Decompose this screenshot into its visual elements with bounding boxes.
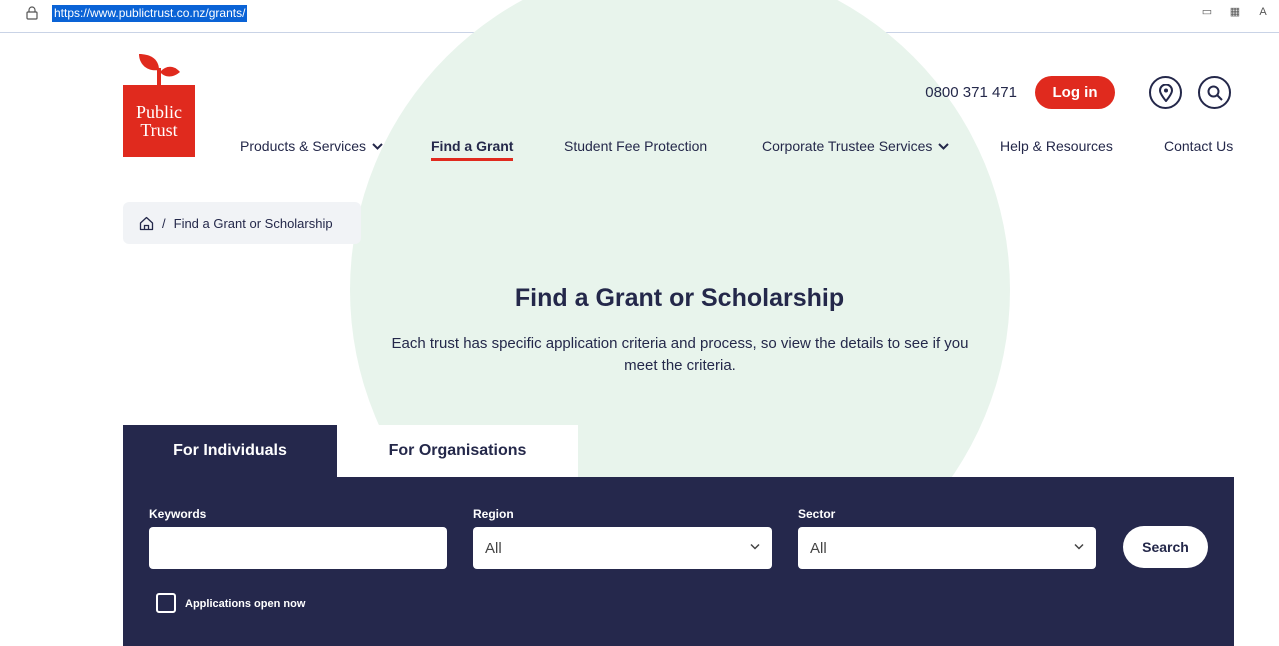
nav-find-a-grant[interactable]: Find a Grant [431, 138, 514, 161]
applications-open-checkbox[interactable] [156, 593, 176, 613]
logo-line-1: Public [135, 102, 182, 122]
sprout-icon [139, 54, 180, 86]
device-icon[interactable]: ▭ [1199, 4, 1215, 20]
nav-corporate-trustee-services[interactable]: Corporate Trustee Services [762, 138, 950, 154]
url-field[interactable]: https://www.publictrust.co.nz/grants/ [52, 5, 248, 22]
nav-label: Corporate Trustee Services [762, 138, 933, 154]
sector-value: All [810, 540, 827, 557]
search-submit-button[interactable]: Search [1123, 526, 1208, 568]
lock-icon [26, 6, 38, 20]
nav-label: Student Fee Protection [564, 138, 708, 154]
page-subtitle: Each trust has specific application crit… [391, 335, 969, 374]
chevron-down-icon [1074, 543, 1084, 550]
nav-label: Help & Resources [1000, 138, 1113, 154]
search-button[interactable] [1198, 76, 1231, 109]
nav-label: Find a Grant [431, 138, 514, 154]
logo-line-2: Trust [140, 120, 178, 140]
nav-products-services[interactable]: Products & Services [240, 138, 383, 154]
page-title: Find a Grant or Scholarship [514, 284, 845, 312]
location-pin-icon [1158, 83, 1173, 102]
read-aloud-icon[interactable]: A [1255, 4, 1271, 20]
tab-for-organisations[interactable]: For Organisations [337, 425, 578, 477]
phone-number[interactable]: 0800 371 471 [925, 84, 1017, 101]
chevron-down-icon [372, 142, 383, 150]
breadcrumb-separator: / [162, 215, 166, 231]
applications-open-label[interactable]: Applications open now [185, 598, 305, 610]
keywords-input[interactable] [149, 527, 447, 569]
tab-for-individuals[interactable]: For Individuals [123, 425, 337, 477]
search-panel: Keywords Region All Sector All Search Ap… [123, 477, 1234, 646]
region-label: Region [473, 507, 514, 521]
logo-text: Public Trust [123, 103, 195, 139]
active-underline [431, 158, 514, 161]
breadcrumb-current: Find a Grant or Scholarship [173, 215, 333, 231]
nav-help-resources[interactable]: Help & Resources [1000, 138, 1113, 154]
header-actions: 0800 371 471 Log in [925, 76, 1231, 109]
chevron-down-icon [750, 543, 760, 550]
qr-icon[interactable]: ▦ [1227, 4, 1243, 20]
nav-label: Products & Services [240, 138, 367, 154]
main-nav: Products & Services Find a Grant Student… [0, 138, 1279, 161]
nav-contact-us[interactable]: Contact Us [1164, 138, 1233, 154]
nav-student-fee-protection[interactable]: Student Fee Protection [564, 138, 707, 154]
region-value: All [485, 540, 502, 557]
login-button[interactable]: Log in [1035, 76, 1115, 109]
home-icon[interactable] [139, 216, 154, 231]
nav-label: Contact Us [1164, 138, 1234, 154]
search-icon [1207, 85, 1223, 101]
region-select[interactable]: All [473, 527, 772, 569]
sector-select[interactable]: All [798, 527, 1096, 569]
keywords-label: Keywords [149, 507, 207, 521]
sector-label: Sector [798, 507, 836, 521]
chevron-down-icon [938, 142, 950, 150]
location-button[interactable] [1149, 76, 1182, 109]
breadcrumb: / Find a Grant or Scholarship [123, 202, 361, 244]
